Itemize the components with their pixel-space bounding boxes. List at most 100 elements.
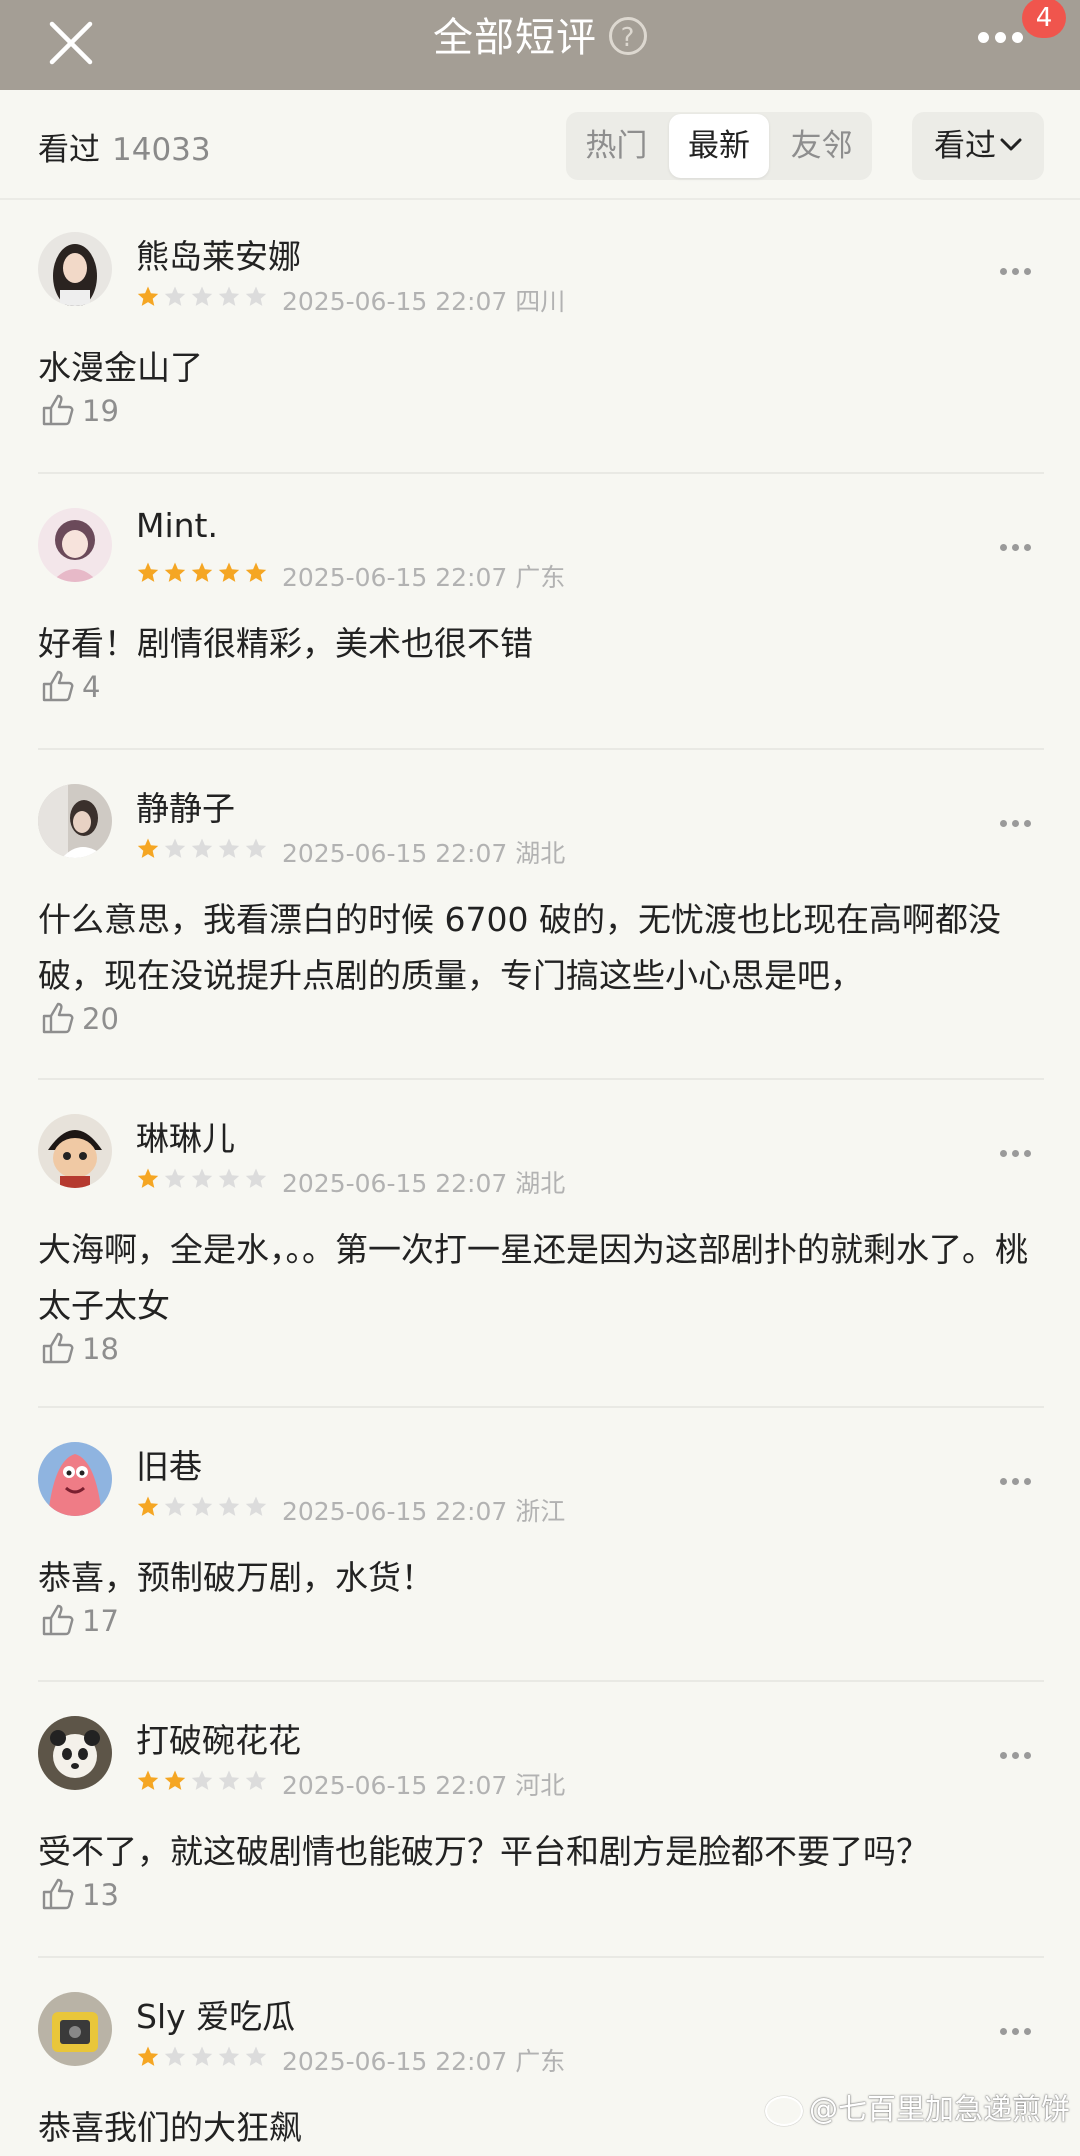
notification-badge: 4 — [1022, 0, 1066, 38]
tab-latest[interactable]: 最新 — [668, 114, 770, 178]
star-icon — [137, 838, 159, 858]
like-button[interactable]: 13 — [40, 1878, 119, 1915]
comment-time: 2025-06-15 22:07 — [282, 1169, 508, 1198]
star-icon — [137, 2046, 159, 2066]
thumbs-up-icon — [42, 1002, 74, 1034]
star-icon — [191, 562, 213, 582]
avatar[interactable] — [38, 1114, 112, 1188]
star-icon — [245, 1496, 267, 1516]
thumbs-up-icon — [42, 1878, 74, 1910]
watermark-text: @七百里加急递煎饼 — [808, 2092, 1070, 2126]
like-button[interactable]: 20 — [40, 1002, 119, 1039]
star-icon — [218, 2046, 240, 2066]
star-icon — [164, 1496, 186, 1516]
like-count: 18 — [82, 1332, 119, 1366]
star-icon — [245, 2046, 267, 2066]
filter-bar: 看过 14033 热门 最新 友邻 看过 — [0, 90, 1080, 200]
comment-time: 2025-06-15 22:07 — [282, 839, 508, 868]
star-icon — [245, 286, 267, 306]
comment-text: 水漫金山了 — [38, 348, 203, 387]
like-button[interactable]: 17 — [40, 1604, 119, 1641]
comment-meta: 2025-06-15 22:07 浙江 — [136, 1492, 565, 1528]
watermark: @七百里加急递煎饼 — [764, 2086, 1070, 2128]
user-name[interactable]: 静静子 — [136, 782, 235, 830]
user-name[interactable]: Mint. — [136, 506, 218, 545]
star-icons — [137, 562, 267, 582]
star-icon — [191, 838, 213, 858]
star-icon — [137, 1770, 159, 1790]
like-count: 17 — [82, 1604, 119, 1638]
star-icon — [137, 562, 159, 582]
comment-text: 好看！剧情很精彩，美术也很不错 — [38, 624, 533, 663]
star-icons — [137, 1168, 267, 1188]
star-icon — [218, 562, 240, 582]
star-icons — [137, 286, 267, 306]
like-count: 19 — [82, 394, 119, 428]
like-button[interactable]: 4 — [40, 670, 100, 707]
comment-text: 恭喜，预制破万剧，水货！ — [38, 1558, 434, 1597]
more-icon[interactable] — [1000, 1470, 1040, 1485]
star-icon — [218, 1770, 240, 1790]
more-icon[interactable] — [1000, 536, 1040, 551]
star-icon — [218, 286, 240, 306]
more-icon[interactable] — [1000, 812, 1040, 827]
star-icon — [245, 562, 267, 582]
user-name[interactable]: Sly 爱吃瓜 — [136, 1990, 295, 2038]
star-icon — [137, 286, 159, 306]
star-rating — [136, 2045, 270, 2075]
divider — [38, 1680, 1044, 1682]
user-name[interactable]: 熊岛莱安娜 — [136, 230, 301, 278]
thumbs-up-icon — [42, 1604, 74, 1636]
user-name[interactable]: 打破碗花花 — [136, 1714, 301, 1762]
avatar[interactable] — [38, 1992, 112, 2066]
star-icon — [164, 838, 186, 858]
avatar[interactable] — [38, 508, 112, 582]
star-icon — [164, 286, 186, 306]
thumbs-up-icon — [42, 670, 74, 702]
sort-tabs: 热门 最新 友邻 — [566, 112, 872, 180]
star-icon — [191, 1770, 213, 1790]
star-icon — [137, 1168, 159, 1188]
like-button[interactable]: 19 — [40, 394, 119, 431]
thumbs-up-icon — [42, 1332, 74, 1364]
more-icon[interactable] — [1000, 1142, 1040, 1157]
star-icons — [137, 838, 267, 858]
avatar[interactable] — [38, 784, 112, 858]
weibo-icon — [764, 2096, 803, 2126]
comment-region: 湖北 — [515, 1169, 566, 1198]
seen-summary: 看过 14033 — [38, 124, 211, 169]
like-button[interactable]: 18 — [40, 1332, 119, 1369]
user-name[interactable]: 旧巷 — [136, 1440, 202, 1488]
divider — [38, 748, 1044, 750]
tab-hot[interactable]: 热门 — [566, 114, 667, 178]
comment-region: 广东 — [515, 563, 566, 592]
star-icon — [245, 1770, 267, 1790]
like-count: 4 — [82, 670, 101, 704]
star-icon — [218, 1168, 240, 1188]
seen-filter-dropdown[interactable]: 看过 — [912, 112, 1044, 180]
avatar[interactable] — [38, 232, 112, 306]
seen-count: 14033 — [112, 132, 211, 168]
divider — [38, 472, 1044, 474]
user-name[interactable]: 琳琳儿 — [136, 1112, 235, 1160]
help-icon[interactable]: ? — [609, 17, 647, 55]
more-icon[interactable] — [1000, 2020, 1040, 2035]
star-rating — [136, 1769, 270, 1799]
star-icons — [137, 2046, 267, 2066]
star-icon — [137, 1496, 159, 1516]
star-icon — [191, 286, 213, 306]
avatar[interactable] — [38, 1716, 112, 1790]
star-icon — [191, 2046, 213, 2066]
star-icon — [218, 1496, 240, 1516]
star-icon — [245, 838, 267, 858]
star-icons — [137, 1496, 267, 1516]
more-icon[interactable] — [1000, 260, 1040, 275]
more-icon[interactable] — [1000, 1744, 1040, 1759]
seen-label: 看过 — [38, 132, 100, 168]
comment-time: 2025-06-15 22:07 — [282, 1497, 508, 1526]
divider — [38, 1956, 1044, 1958]
comment-meta: 2025-06-15 22:07 四川 — [136, 282, 565, 318]
star-icons — [137, 1770, 267, 1790]
avatar[interactable] — [38, 1442, 112, 1516]
tab-friends[interactable]: 友邻 — [771, 114, 872, 178]
